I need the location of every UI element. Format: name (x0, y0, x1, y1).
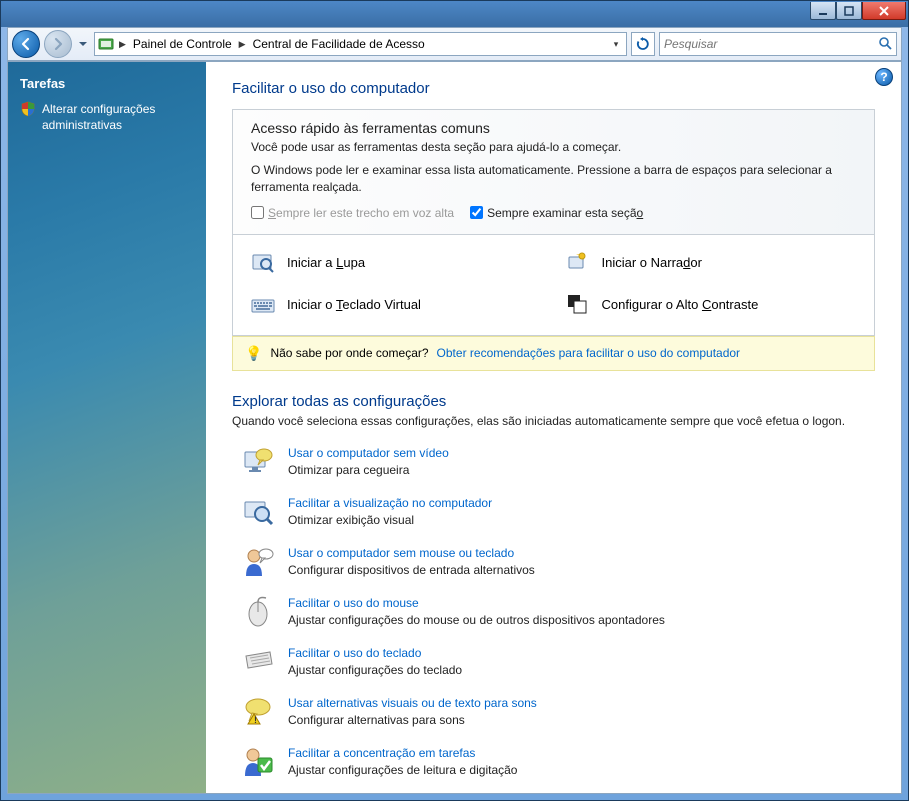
setting-link[interactable]: Facilitar a visualização no computador (288, 496, 492, 510)
hint-link[interactable]: Obter recomendações para facilitar o uso… (437, 346, 741, 360)
tool-high-contrast[interactable]: Configurar o Alto Contraste (566, 293, 857, 317)
breadcrumb-sep-icon: ▶ (117, 39, 128, 50)
hint-prefix: Não sabe por onde começar? (270, 346, 428, 360)
checkbox-always-scan[interactable]: Sempre examinar esta seção (470, 206, 643, 220)
settings-list: Usar o computador sem vídeo Otimizar par… (232, 446, 875, 778)
forward-button[interactable] (44, 30, 72, 58)
control-panel-icon (97, 35, 115, 53)
setting-sound-alternatives: ! Usar alternativas visuais ou de texto … (242, 696, 875, 728)
svg-text:!: ! (254, 715, 257, 725)
checkbox-always-read[interactable]: Sempre ler este trecho em voz alta (251, 206, 454, 220)
breadcrumb: ▶ Painel de Controle ▶ Central de Facili… (94, 32, 627, 56)
explore-subtitle: Quando você seleciona essas configuraçõe… (232, 414, 875, 428)
tool-magnifier[interactable]: Iniciar a Lupa (251, 251, 542, 275)
checkbox-always-scan-input[interactable] (470, 206, 483, 219)
setting-desc: Otimizar para cegueira (288, 463, 449, 477)
refresh-button[interactable] (631, 32, 655, 56)
checkbox-always-read-input[interactable] (251, 206, 264, 219)
help-button[interactable]: ? (875, 68, 893, 86)
tools-grid: Iniciar a Lupa Iniciar o Narrador (232, 235, 875, 336)
search-icon[interactable] (878, 36, 892, 53)
breadcrumb-dropdown[interactable]: ▾ (608, 39, 624, 50)
speech-alert-icon: ! (242, 696, 274, 728)
person-speech-icon (242, 546, 274, 578)
back-button[interactable] (12, 30, 40, 58)
tool-high-contrast-label: Configurar o Alto Contraste (602, 297, 759, 312)
narrator-icon (566, 251, 590, 275)
magnify-display-icon (242, 496, 274, 528)
maximize-button[interactable] (836, 2, 862, 20)
titlebar (1, 1, 908, 27)
quick-access-box: Acesso rápido às ferramentas comuns Você… (232, 109, 875, 235)
main: ? Facilitar o uso do computador Acesso r… (206, 62, 901, 793)
setting-link[interactable]: Usar o computador sem vídeo (288, 446, 449, 460)
explore-title: Explorar todas as configurações (232, 393, 875, 410)
page-title: Facilitar o uso do computador (232, 80, 875, 97)
setting-no-mouse-keyboard: Usar o computador sem mouse ou teclado C… (242, 546, 875, 578)
tool-magnifier-label: Iniciar a Lupa (287, 255, 365, 270)
mouse-icon (242, 596, 274, 628)
navbar: ▶ Painel de Controle ▶ Central de Facili… (7, 27, 902, 61)
hint-bar: 💡 Não sabe por onde começar? Obter recom… (232, 336, 875, 371)
window-controls (810, 1, 906, 20)
recent-pages-dropdown[interactable] (76, 40, 90, 48)
setting-link[interactable]: Facilitar o uso do teclado (288, 646, 421, 660)
breadcrumb-sep-icon: ▶ (237, 39, 248, 50)
sidebar-task-label: Alterar configurações administrativas (42, 101, 194, 133)
keyboard-icon (242, 646, 274, 678)
tool-onscreen-keyboard[interactable]: Iniciar o Teclado Virtual (251, 293, 542, 317)
setting-link[interactable]: Facilitar a concentração em tarefas (288, 746, 475, 760)
sidebar: Tarefas Alterar configurações administra… (8, 62, 206, 793)
setting-desc: Otimizar exibição visual (288, 513, 492, 527)
setting-desc: Ajustar configurações do mouse ou de out… (288, 613, 665, 627)
close-button[interactable] (862, 2, 906, 20)
setting-desc: Ajustar configurações de leitura e digit… (288, 763, 517, 777)
setting-mouse-easier: Facilitar o uso do mouse Ajustar configu… (242, 596, 875, 628)
setting-no-display: Usar o computador sem vídeo Otimizar par… (242, 446, 875, 478)
quick-access-title: Acesso rápido às ferramentas comuns (251, 120, 856, 136)
sidebar-task-admin-settings[interactable]: Alterar configurações administrativas (20, 101, 194, 133)
tool-narrator-label: Iniciar o Narrador (602, 255, 702, 270)
shield-icon (20, 101, 36, 117)
content: Tarefas Alterar configurações administra… (7, 61, 902, 794)
breadcrumb-current[interactable]: Central de Facilidade de Acesso (250, 37, 428, 51)
keyboard-icon (251, 293, 275, 317)
checkbox-always-scan-label: Sempre examinar esta seção (487, 206, 643, 220)
minimize-button[interactable] (810, 2, 836, 20)
tool-narrator[interactable]: Iniciar o Narrador (566, 251, 857, 275)
setting-focus-tasks: Facilitar a concentração em tarefas Ajus… (242, 746, 875, 778)
setting-easier-to-see: Facilitar a visualização no computador O… (242, 496, 875, 528)
quick-access-note: O Windows pode ler e examinar essa lista… (251, 162, 856, 196)
search-input[interactable] (664, 37, 878, 51)
quick-access-subtitle: Você pode usar as ferramentas desta seçã… (251, 140, 856, 154)
lightbulb-icon: 💡 (245, 345, 262, 362)
setting-desc: Ajustar configurações do teclado (288, 663, 462, 677)
person-check-icon (242, 746, 274, 778)
magnifier-icon (251, 251, 275, 275)
setting-link[interactable]: Facilitar o uso do mouse (288, 596, 419, 610)
setting-desc: Configurar dispositivos de entrada alter… (288, 563, 535, 577)
search-box[interactable] (659, 32, 897, 56)
breadcrumb-root[interactable]: Painel de Controle (130, 37, 235, 51)
sidebar-tasks-header: Tarefas (20, 76, 194, 91)
setting-desc: Configurar alternativas para sons (288, 713, 537, 727)
checkbox-always-read-label: Sempre ler este trecho em voz alta (268, 206, 454, 220)
setting-link[interactable]: Usar o computador sem mouse ou teclado (288, 546, 514, 560)
high-contrast-icon (566, 293, 590, 317)
setting-link[interactable]: Usar alternativas visuais ou de texto pa… (288, 696, 537, 710)
setting-keyboard-easier: Facilitar o uso do teclado Ajustar confi… (242, 646, 875, 678)
tool-onscreen-keyboard-label: Iniciar o Teclado Virtual (287, 297, 421, 312)
monitor-speech-icon (242, 446, 274, 478)
